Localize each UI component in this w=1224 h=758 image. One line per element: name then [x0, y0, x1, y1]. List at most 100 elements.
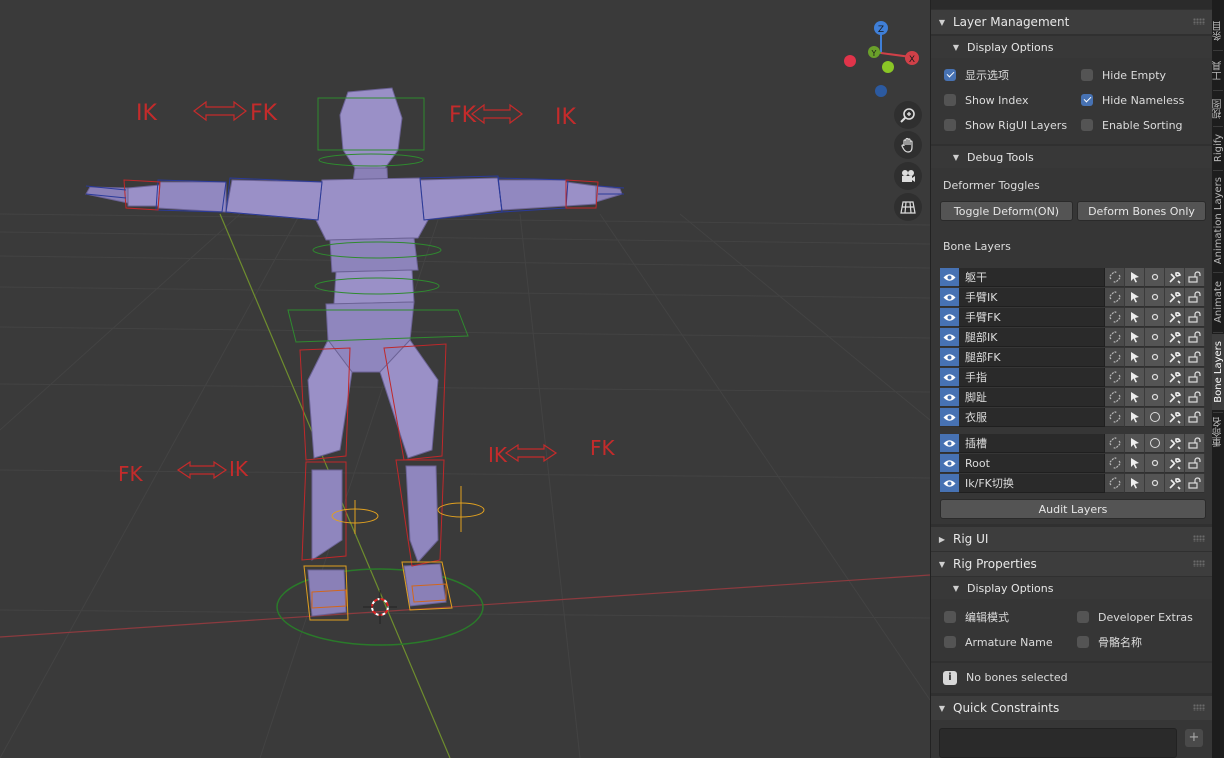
dot-circle-icon[interactable]: [1145, 388, 1165, 407]
wrench-icon[interactable]: [1165, 288, 1185, 307]
eye-visibility-icon[interactable]: [940, 308, 959, 327]
dot-circle-icon[interactable]: [1145, 474, 1165, 493]
link-chain-icon[interactable]: [1105, 474, 1125, 493]
link-chain-icon[interactable]: [1105, 368, 1125, 387]
checkbox-show-rigui-layers[interactable]: Show RigUI Layers: [944, 116, 1067, 134]
debug-tools-header[interactable]: ▼ Debug Tools: [931, 146, 1212, 168]
tab-rigify[interactable]: Rigify: [1212, 128, 1224, 168]
bone-layer-name[interactable]: 衣服: [959, 408, 1105, 427]
select-cursor-icon[interactable]: [1125, 408, 1145, 427]
wrench-icon[interactable]: [1165, 308, 1185, 327]
checkbox-show-index[interactable]: Show Index: [944, 91, 1028, 109]
tab-tool[interactable]: 工具: [1212, 54, 1224, 88]
link-chain-icon[interactable]: [1105, 328, 1125, 347]
wrench-icon[interactable]: [1165, 408, 1185, 427]
unlock-icon[interactable]: [1185, 454, 1205, 473]
checkbox-hide-nameless[interactable]: Hide Nameless: [1081, 91, 1184, 109]
dot-circle-icon[interactable]: [1145, 348, 1165, 367]
wrench-icon[interactable]: [1165, 454, 1185, 473]
select-cursor-icon[interactable]: [1125, 328, 1145, 347]
wrench-icon[interactable]: [1165, 474, 1185, 493]
grid-ortho-icon[interactable]: [894, 193, 922, 221]
link-chain-icon[interactable]: [1105, 408, 1125, 427]
dot-circle-icon[interactable]: [1145, 434, 1165, 453]
tab-animation-layers[interactable]: Animation Layers: [1212, 172, 1224, 270]
dot-circle-icon[interactable]: [1145, 368, 1165, 387]
scene-canvas[interactable]: IK FK FK IK FK IK IK FK Z X Y: [0, 0, 930, 758]
link-chain-icon[interactable]: [1105, 348, 1125, 367]
dot-circle-icon[interactable]: [1145, 268, 1165, 287]
eye-visibility-icon[interactable]: [940, 268, 959, 287]
camera-icon[interactable]: [894, 162, 922, 190]
constraints-list[interactable]: [939, 728, 1177, 758]
bone-layer-name[interactable]: Root: [959, 454, 1105, 473]
select-cursor-icon[interactable]: [1125, 388, 1145, 407]
eye-visibility-icon[interactable]: [940, 328, 959, 347]
select-cursor-icon[interactable]: [1125, 308, 1145, 327]
dot-circle-icon[interactable]: [1145, 288, 1165, 307]
layer-management-header[interactable]: ▼ Layer Management: [931, 10, 1212, 34]
link-chain-icon[interactable]: [1105, 388, 1125, 407]
checkbox-developer-extras[interactable]: Developer Extras: [1077, 608, 1193, 626]
unlock-icon[interactable]: [1185, 268, 1205, 287]
eye-visibility-icon[interactable]: [940, 288, 959, 307]
rig-ui-header[interactable]: ▶ Rig UI: [931, 527, 1212, 551]
select-cursor-icon[interactable]: [1125, 434, 1145, 453]
bone-layer-name[interactable]: 腿部FK: [959, 348, 1105, 367]
quick-constraints-header[interactable]: ▼ Quick Constraints: [931, 696, 1212, 720]
wrench-icon[interactable]: [1165, 268, 1185, 287]
wrench-icon[interactable]: [1165, 388, 1185, 407]
tab-bone-layers[interactable]: Bone Layers: [1212, 334, 1224, 410]
wrench-icon[interactable]: [1165, 434, 1185, 453]
tab-item[interactable]: 条目: [1212, 14, 1224, 48]
checkbox-enable-sorting[interactable]: Enable Sorting: [1081, 116, 1183, 134]
wrench-icon[interactable]: [1165, 328, 1185, 347]
select-cursor-icon[interactable]: [1125, 454, 1145, 473]
checkbox-show-options[interactable]: 显示选项: [944, 66, 1009, 84]
select-cursor-icon[interactable]: [1125, 474, 1145, 493]
unlock-icon[interactable]: [1185, 434, 1205, 453]
unlock-icon[interactable]: [1185, 368, 1205, 387]
rig-properties-header[interactable]: ▼ Rig Properties: [931, 552, 1212, 576]
link-chain-icon[interactable]: [1105, 454, 1125, 473]
drag-grip-icon[interactable]: [1193, 18, 1205, 25]
tab-animate[interactable]: Animate: [1212, 274, 1224, 330]
dot-circle-icon[interactable]: [1145, 308, 1165, 327]
unlock-icon[interactable]: [1185, 388, 1205, 407]
tab-view[interactable]: 视图: [1212, 94, 1224, 124]
select-cursor-icon[interactable]: [1125, 348, 1145, 367]
bone-layer-name[interactable]: 手指: [959, 368, 1105, 387]
hand-pan-icon[interactable]: [894, 131, 922, 159]
rig-display-options-header[interactable]: ▼ Display Options: [931, 577, 1212, 599]
eye-visibility-icon[interactable]: [940, 408, 959, 427]
bone-layer-name[interactable]: 插槽: [959, 434, 1105, 453]
checkbox-bone-name[interactable]: 骨骼名称: [1077, 633, 1142, 651]
dot-circle-icon[interactable]: [1145, 408, 1165, 427]
eye-visibility-icon[interactable]: [940, 348, 959, 367]
select-cursor-icon[interactable]: [1125, 268, 1145, 287]
bone-layer-name[interactable]: 手臂FK: [959, 308, 1105, 327]
display-options-header[interactable]: ▼ Display Options: [931, 36, 1212, 58]
checkbox-armature-name[interactable]: Armature Name: [944, 633, 1053, 651]
wrench-icon[interactable]: [1165, 368, 1185, 387]
drag-grip-icon[interactable]: [1193, 560, 1205, 567]
unlock-icon[interactable]: [1185, 348, 1205, 367]
drag-grip-icon[interactable]: [1193, 535, 1205, 542]
bone-layer-name[interactable]: 手臂IK: [959, 288, 1105, 307]
unlock-icon[interactable]: [1185, 288, 1205, 307]
bone-layer-name[interactable]: 躯干: [959, 268, 1105, 287]
add-constraint-button[interactable]: +: [1185, 729, 1203, 747]
tab-rename[interactable]: 重命名: [1212, 414, 1224, 450]
unlock-icon[interactable]: [1185, 328, 1205, 347]
eye-visibility-icon[interactable]: [940, 474, 959, 493]
navigation-gizmo[interactable]: Z X Y: [844, 21, 919, 97]
audit-layers-button[interactable]: Audit Layers: [940, 499, 1206, 519]
3d-viewport[interactable]: IK FK FK IK FK IK IK FK Z X Y: [0, 0, 930, 758]
bone-layer-name[interactable]: 腿部IK: [959, 328, 1105, 347]
dot-circle-icon[interactable]: [1145, 454, 1165, 473]
eye-visibility-icon[interactable]: [940, 388, 959, 407]
unlock-icon[interactable]: [1185, 308, 1205, 327]
eye-visibility-icon[interactable]: [940, 434, 959, 453]
link-chain-icon[interactable]: [1105, 288, 1125, 307]
select-cursor-icon[interactable]: [1125, 368, 1145, 387]
